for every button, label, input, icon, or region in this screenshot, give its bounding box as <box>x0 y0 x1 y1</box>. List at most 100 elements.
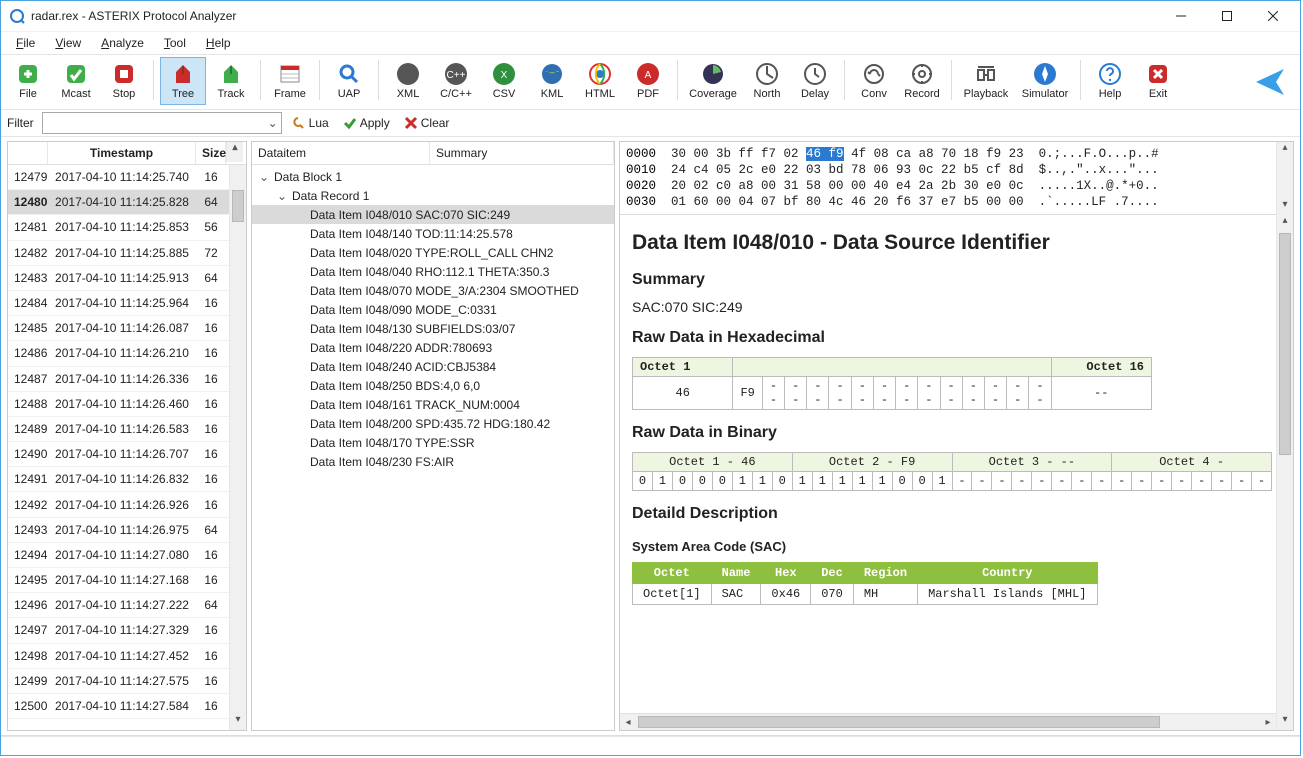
summary-text: SAC:070 SIC:249 <box>632 299 1264 315</box>
toolbar-kml[interactable]: KML <box>529 57 575 105</box>
col-summary[interactable]: Summary <box>430 142 614 164</box>
hex-vscroll[interactable]: ▴▾ <box>1276 142 1293 215</box>
toolbar-html[interactable]: HTML <box>577 57 623 105</box>
tree-node[interactable]: Data Item I048/040 RHO:112.1 THETA:350.3 <box>252 262 614 281</box>
toolbar-cpp[interactable]: C++C/C++ <box>433 57 479 105</box>
packet-row[interactable]: 124842017-04-10 11:14:25.96416 <box>8 291 229 316</box>
packet-row[interactable]: 124802017-04-10 11:14:25.82864 <box>8 190 229 215</box>
toolbar-record[interactable]: Record <box>899 57 945 105</box>
packet-row[interactable]: 124792017-04-10 11:14:25.74016 <box>8 165 229 190</box>
tree-node[interactable]: Data Item I048/090 MODE_C:0331 <box>252 300 614 319</box>
packet-row[interactable]: 124872017-04-10 11:14:26.33616 <box>8 367 229 392</box>
toolbar-exit[interactable]: Exit <box>1135 57 1181 105</box>
packet-row[interactable]: 124812017-04-10 11:14:25.85356 <box>8 215 229 240</box>
tree-node[interactable]: Data Item I048/250 BDS:4,0 6,0 <box>252 376 614 395</box>
packet-row[interactable]: 124892017-04-10 11:14:26.58316 <box>8 417 229 442</box>
col-timestamp[interactable]: Timestamp <box>48 142 196 164</box>
packet-row[interactable]: 124832017-04-10 11:14:25.91364 <box>8 266 229 291</box>
packet-row[interactable]: 124822017-04-10 11:14:25.88572 <box>8 241 229 266</box>
record-icon <box>910 62 934 86</box>
toolbar-conv[interactable]: Conv <box>851 57 897 105</box>
packet-row[interactable]: 124952017-04-10 11:14:27.16816 <box>8 568 229 593</box>
toolbar-track[interactable]: Track <box>208 57 254 105</box>
mcast-icon <box>64 62 88 86</box>
vscrollbar[interactable]: ▾ <box>229 165 246 730</box>
packet-row[interactable]: 124882017-04-10 11:14:26.46016 <box>8 392 229 417</box>
toolbar-play[interactable]: Playback <box>958 57 1014 105</box>
tree-node[interactable]: Data Item I048/140 TOD:11:14:25.578 <box>252 224 614 243</box>
clear-button[interactable]: Clear <box>400 116 454 130</box>
tree-node[interactable]: Data Item I048/010 SAC:070 SIC:249 <box>252 205 614 224</box>
col-dataitem[interactable]: Dataitem <box>252 142 430 164</box>
tree-node[interactable]: Data Item I048/161 TRACK_NUM:0004 <box>252 395 614 414</box>
rawbin-heading: Raw Data in Binary <box>632 424 1264 442</box>
toolbar-north[interactable]: North <box>744 57 790 105</box>
tree-node[interactable]: Data Item I048/170 TYPE:SSR <box>252 433 614 452</box>
toolbar-uap[interactable]: UAP <box>326 57 372 105</box>
packet-row[interactable]: 125002017-04-10 11:14:27.58416 <box>8 694 229 719</box>
detail-hscroll[interactable]: ◂▸ <box>620 713 1276 730</box>
tree-node[interactable]: Data Item I048/020 TYPE:ROLL_CALL CHN2 <box>252 243 614 262</box>
lua-button[interactable]: Lua <box>288 116 333 130</box>
menu-tool[interactable]: Tool <box>155 33 195 53</box>
toolbar-file[interactable]: File <box>5 57 51 105</box>
packet-row[interactable]: 124992017-04-10 11:14:27.57516 <box>8 669 229 694</box>
toolbar-pdf[interactable]: APDF <box>625 57 671 105</box>
minimize-button[interactable] <box>1158 1 1204 31</box>
col-size[interactable]: Size <box>196 142 226 164</box>
toolbar-csv[interactable]: XCSV <box>481 57 527 105</box>
toolbar-xml[interactable]: XML <box>385 57 431 105</box>
toolbar: FileMcastStop TreeTrack Frame UAP XMLC++C/C+… <box>1 54 1300 110</box>
detdesc-heading: Detaild Description <box>632 505 1264 523</box>
exit-icon <box>1146 62 1170 86</box>
rawhex-heading: Raw Data in Hexadecimal <box>632 329 1264 347</box>
tree-node[interactable]: Data Item I048/230 FS:AIR <box>252 452 614 471</box>
kml-icon <box>540 62 564 86</box>
tree-icon <box>171 62 195 86</box>
menu-file[interactable]: File <box>7 33 44 53</box>
svg-text:X: X <box>501 70 508 81</box>
toolbar-stop[interactable]: Stop <box>101 57 147 105</box>
menu-analyze[interactable]: Analyze <box>92 33 153 53</box>
hex-dump[interactable]: 0000 30 00 3b ff f7 02 46 f9 4f 08 ca a8… <box>620 142 1276 215</box>
toolbar-cov[interactable]: Coverage <box>684 57 742 105</box>
tree-node[interactable]: Data Item I048/070 MODE_3/A:2304 SMOOTHE… <box>252 281 614 300</box>
maximize-button[interactable] <box>1204 1 1250 31</box>
packet-row[interactable]: 124862017-04-10 11:14:26.21016 <box>8 341 229 366</box>
packet-row[interactable]: 124902017-04-10 11:14:26.70716 <box>8 442 229 467</box>
packet-row[interactable]: 124962017-04-10 11:14:27.22264 <box>8 593 229 618</box>
scroll-up-icon[interactable]: ▴ <box>227 142 243 158</box>
tree-node[interactable]: ⌄Data Record 1 <box>252 186 614 205</box>
menu-help[interactable]: Help <box>197 33 240 53</box>
close-button[interactable] <box>1250 1 1296 31</box>
bin-table: Octet 1 - 46Octet 2 - F9Octet 3 - --Octe… <box>632 452 1272 491</box>
tree-node[interactable]: Data Item I048/220 ADDR:780693 <box>252 338 614 357</box>
tree-node[interactable]: Data Item I048/240 ACID:CBJ5384 <box>252 357 614 376</box>
packet-row[interactable]: 124912017-04-10 11:14:26.83216 <box>8 467 229 492</box>
filter-combo[interactable]: ⌄ <box>42 112 282 134</box>
menubar: FileViewAnalyzeToolHelp <box>1 32 1300 54</box>
pdf-icon: A <box>636 62 660 86</box>
apply-button[interactable]: Apply <box>339 116 394 130</box>
toolbar-sim[interactable]: Simulator <box>1016 57 1074 105</box>
tree-node[interactable]: Data Item I048/130 SUBFIELDS:03/07 <box>252 319 614 338</box>
packet-row[interactable]: 124922017-04-10 11:14:26.92616 <box>8 492 229 517</box>
toolbar-delay[interactable]: Delay <box>792 57 838 105</box>
play-icon <box>974 62 998 86</box>
packet-row[interactable]: 124942017-04-10 11:14:27.08016 <box>8 543 229 568</box>
menu-view[interactable]: View <box>46 33 90 53</box>
toolbar-frame[interactable]: Frame <box>267 57 313 105</box>
packet-row[interactable]: 124932017-04-10 11:14:26.97564 <box>8 518 229 543</box>
packet-row[interactable]: 124852017-04-10 11:14:26.08716 <box>8 316 229 341</box>
detail-vscroll[interactable]: ▴▾ <box>1276 215 1293 730</box>
tree-node[interactable]: ⌄Data Block 1 <box>252 167 614 186</box>
cov-icon <box>701 62 725 86</box>
toolbar-tree[interactable]: Tree <box>160 57 206 105</box>
toolbar-help[interactable]: Help <box>1087 57 1133 105</box>
tree-node[interactable]: Data Item I048/200 SPD:435.72 HDG:180.42 <box>252 414 614 433</box>
toolbar-mcast[interactable]: Mcast <box>53 57 99 105</box>
scroll-down-icon[interactable]: ▾ <box>230 714 246 730</box>
packet-row[interactable]: 124972017-04-10 11:14:27.32916 <box>8 618 229 643</box>
detail-pane: 0000 30 00 3b ff f7 02 46 f9 4f 08 ca a8… <box>619 141 1294 731</box>
packet-row[interactable]: 124982017-04-10 11:14:27.45216 <box>8 644 229 669</box>
